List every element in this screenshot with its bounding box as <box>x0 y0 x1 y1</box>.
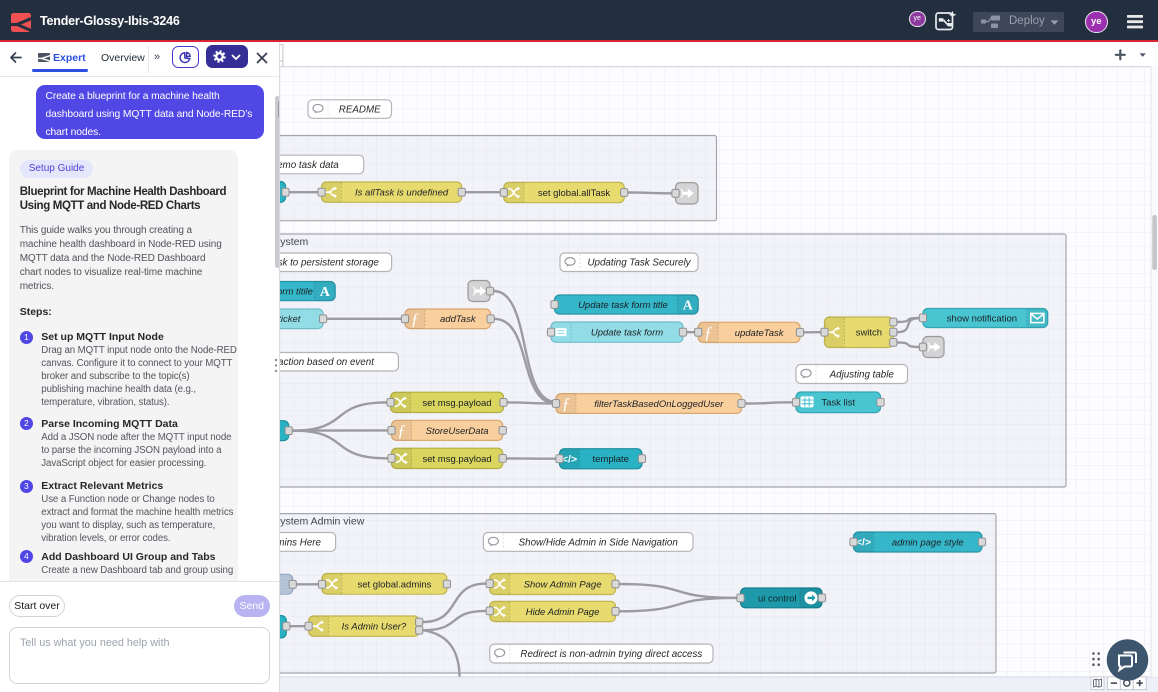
svg-text:Update task form: Update task form <box>591 328 663 339</box>
svg-text:Task list: Task list <box>821 398 855 409</box>
svg-text:Add Admins Here: Add Admins Here <box>280 537 322 548</box>
svg-text:README: README <box>339 104 381 115</box>
svg-text:show notification: show notification <box>947 313 1017 324</box>
svg-text:ƒ: ƒ <box>562 394 571 413</box>
svg-text:Show Admin Page: Show Admin Page <box>524 579 602 590</box>
svg-text:Demo task data: Demo task data <box>280 160 339 171</box>
svg-text:</>: </> <box>562 453 577 465</box>
svg-text:Take action based on event: Take action based on event <box>280 357 375 368</box>
svg-text:Updating Task Securely: Updating Task Securely <box>587 258 691 269</box>
svg-text:ui control: ui control <box>758 593 797 604</box>
svg-text:set msg.payload: set msg.payload <box>422 398 491 409</box>
svg-text:set msg.payload: set msg.payload <box>423 454 492 465</box>
svg-text:ƒ: ƒ <box>411 309 420 328</box>
svg-text:addTask: addTask <box>440 314 477 325</box>
svg-text:</>: </> <box>856 537 871 549</box>
svg-text:Update form titile: Update form titile <box>280 287 313 298</box>
svg-text:Update task form title: Update task form title <box>578 300 668 311</box>
svg-text:ƒ: ƒ <box>704 323 713 342</box>
svg-text:Saving task to persistent stor: Saving task to persistent storage <box>280 258 379 269</box>
svg-text:Task system Admin view: Task system Admin view <box>280 516 365 528</box>
svg-text:ƒ: ƒ <box>397 421 406 440</box>
svg-text:A: A <box>683 299 694 314</box>
svg-text:Show/Hide Admin in Side Naviga: Show/Hide Admin in Side Navigation <box>519 537 678 548</box>
svg-text:StoreUserData: StoreUserData <box>426 426 489 437</box>
svg-text:set global.allTask: set global.allTask <box>538 188 611 199</box>
svg-text:admin page style: admin page style <box>892 537 964 548</box>
svg-text:switch: switch <box>856 328 882 339</box>
svg-text:Redirect is non-admin trying d: Redirect is non-admin trying direct acce… <box>520 649 702 660</box>
svg-text:Add ticket: Add ticket <box>280 314 301 325</box>
svg-text:A: A <box>320 285 331 300</box>
svg-text:updateTask: updateTask <box>735 328 785 339</box>
svg-text:Is allTask is undefined: Is allTask is undefined <box>355 188 449 199</box>
svg-text:Adjusting table: Adjusting table <box>829 369 895 380</box>
svg-text:filterTaskBasedOnLoggedUser: filterTaskBasedOnLoggedUser <box>594 399 724 410</box>
svg-text:Hide Admin Page: Hide Admin Page <box>526 607 600 618</box>
svg-text:set global.admins: set global.admins <box>357 579 431 590</box>
svg-text:template: template <box>593 454 629 465</box>
svg-text:Task system: Task system <box>280 236 309 248</box>
svg-text:Is Admin User?: Is Admin User? <box>342 622 407 633</box>
